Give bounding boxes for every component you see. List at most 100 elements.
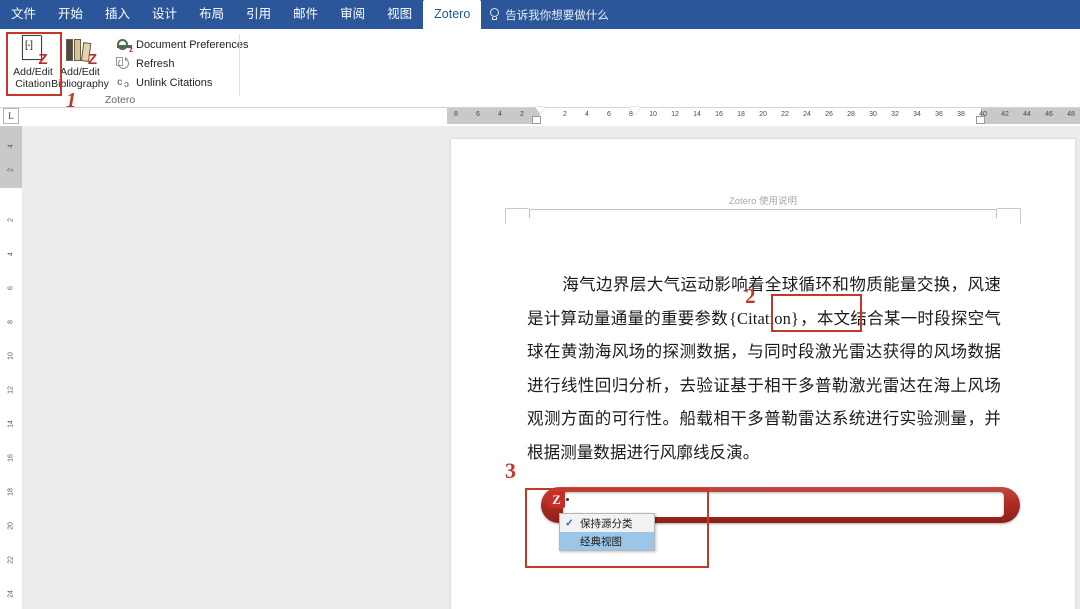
ruler-tick-v: 2 [7, 168, 15, 172]
refresh-button[interactable]: Refresh [116, 55, 237, 73]
add-edit-citation-label-line1: Add/Edit [13, 66, 53, 78]
paragraph-text-after-citation: ，本文结合某一时段探空气球在黄渤海风场的探测数据，与同时段激光雷达获得的风场数据… [527, 308, 1002, 462]
ribbon-body: [-] Z Add/Edit Citation Z Add/Edit Bibli… [0, 29, 1080, 108]
bibliography-books-z-icon: Z [65, 33, 97, 67]
tab-layout[interactable]: 布局 [188, 0, 235, 29]
zotero-citation-dialog[interactable]: Z ✓ 保持源分类 经典视图 [541, 487, 1020, 551]
lightbulb-icon [489, 8, 500, 21]
ruler-tick: 16 [715, 111, 723, 118]
ruler-tick: 24 [803, 111, 811, 118]
citation-field[interactable]: {Citation} [728, 309, 800, 328]
tab-file[interactable]: 文件 [0, 0, 47, 29]
refresh-icon [116, 57, 131, 71]
ruler-tick-v: 22 [7, 556, 15, 564]
ruler-tick-v: 10 [7, 352, 15, 360]
ruler-tick-v: 8 [7, 320, 15, 324]
refresh-label: Refresh [136, 58, 175, 70]
left-indent-marker[interactable] [532, 116, 541, 124]
tab-zotero[interactable]: Zotero [423, 0, 482, 29]
ruler-tick-v: 20 [7, 522, 15, 530]
ruler-tick-v: 12 [7, 386, 15, 394]
ribbon-group-separator [239, 34, 240, 96]
ruler-tick: 30 [869, 111, 877, 118]
zotero-logo-icon[interactable]: Z [548, 491, 565, 508]
ribbon-group-zotero: [-] Z Add/Edit Citation Z Add/Edit Bibli… [0, 29, 249, 107]
tell-me-label: 告诉我你想要做什么 [505, 9, 609, 22]
ruler-tick: 14 [693, 111, 701, 118]
tab-mailings[interactable]: 邮件 [282, 0, 329, 29]
zotero-view-menu[interactable]: ✓ 保持源分类 经典视图 [559, 513, 655, 551]
ruler-tick: 2 [520, 111, 524, 118]
vertical-ruler[interactable]: 4 2 2 4 6 8 10 12 14 16 18 20 22 24 [0, 126, 23, 609]
header-rule [529, 209, 997, 210]
tab-review[interactable]: 审阅 [329, 0, 376, 29]
zotero-dropdown-dot-icon[interactable] [566, 498, 569, 501]
document-preferences-button[interactable]: z Document Preferences [117, 36, 249, 54]
unlink-icon: cɔ [117, 77, 130, 89]
ruler-tick: 26 [825, 111, 833, 118]
header-rule-left-cap [529, 209, 530, 218]
tab-view[interactable]: 视图 [376, 0, 423, 29]
header-rule-right-cap [996, 209, 997, 218]
document-preferences-label: Document Preferences [136, 39, 249, 51]
ruler-tick: 6 [607, 111, 611, 118]
tab-stop-selector[interactable]: L [3, 108, 19, 124]
menu-item-label: 经典视图 [580, 535, 622, 548]
tab-insert[interactable]: 插入 [94, 0, 141, 29]
left-blank-pane [22, 126, 448, 609]
ruler-tick: 28 [847, 111, 855, 118]
ruler-tick: 4 [498, 111, 502, 118]
ruler-tick: 38 [957, 111, 965, 118]
gear-z-icon: z [117, 38, 133, 54]
right-indent-marker[interactable] [976, 116, 985, 124]
horizontal-ruler[interactable]: 8 6 4 2 2 4 6 8 10 12 14 16 18 20 22 24 … [447, 107, 1080, 124]
tab-design[interactable]: 设计 [141, 0, 188, 29]
ruler-tick: 4 [585, 111, 589, 118]
menu-item-keep-sources-sorted[interactable]: ✓ 保持源分类 [560, 514, 654, 532]
first-line-indent-marker[interactable] [535, 107, 545, 114]
ruler-tick-v: 4 [7, 144, 15, 148]
ruler-margin-band [0, 126, 22, 188]
menu-item-label: 保持源分类 [580, 517, 633, 530]
document-canvas[interactable]: Zotero 使用说明 海气边界层大气运动影响着全球循环和物质能量交换，风速是计… [448, 126, 1080, 609]
ruler-tick-v: 16 [7, 454, 15, 462]
ruler-tick: 42 [1001, 111, 1009, 118]
tab-references[interactable]: 引用 [235, 0, 282, 29]
document-paragraph[interactable]: 海气边界层大气运动影响着全球循环和物质能量交换，风速是计算动量通量的重要参数{C… [527, 268, 1001, 469]
page-header-text: Zotero 使用说明 [728, 196, 798, 207]
ruler-tick: 20 [759, 111, 767, 118]
ruler-tick: 22 [781, 111, 789, 118]
ruler-tick: 46 [1045, 111, 1053, 118]
ruler-tick: 34 [913, 111, 921, 118]
checkmark-icon: ✓ [565, 517, 574, 529]
unlink-citations-button[interactable]: cɔ Unlink Citations [117, 74, 237, 92]
ruler-tick-v: 6 [7, 286, 15, 290]
ruler-tick-v: 18 [7, 488, 15, 496]
ruler-tick-v: 2 [7, 218, 15, 222]
ruler-tick: 32 [891, 111, 899, 118]
page-header[interactable]: Zotero 使用说明 [529, 193, 997, 223]
add-edit-bibliography-button[interactable]: Z Add/Edit Bibliography [51, 33, 109, 95]
document-page[interactable]: Zotero 使用说明 海气边界层大气运动影响着全球循环和物质能量交换，风速是计… [451, 139, 1075, 609]
ribbon-group-label: Zotero [104, 94, 136, 106]
add-edit-bibliography-label-line1: Add/Edit [60, 66, 100, 78]
ruler-tick: 18 [737, 111, 745, 118]
ruler-tick: 8 [454, 111, 458, 118]
tell-me-box[interactable]: 告诉我你想要做什么 [489, 0, 609, 29]
ruler-tick: 48 [1067, 111, 1075, 118]
tab-home[interactable]: 开始 [47, 0, 94, 29]
ruler-tick: 6 [476, 111, 480, 118]
ribbon-tab-bar: 文件 开始 插入 设计 布局 引用 邮件 审阅 视图 Zotero 告诉我你想要… [0, 0, 1080, 29]
hanging-indent-marker[interactable] [629, 107, 641, 115]
margin-corner-mark [1020, 208, 1021, 224]
ruler-tick-v: 24 [7, 590, 15, 598]
zotero-small-commands: z Document Preferences Refresh cɔ Unlink… [116, 36, 249, 93]
ruler-tick: 12 [671, 111, 679, 118]
menu-item-classic-view[interactable]: 经典视图 [560, 532, 654, 550]
add-edit-citation-label-line2: Citation [15, 77, 51, 90]
margin-corner-mark [505, 208, 506, 224]
ruler-tick-v: 14 [7, 420, 15, 428]
citation-page-z-icon: [-] Z [20, 33, 48, 67]
ruler-tick: 36 [935, 111, 943, 118]
ruler-tick: 44 [1023, 111, 1031, 118]
